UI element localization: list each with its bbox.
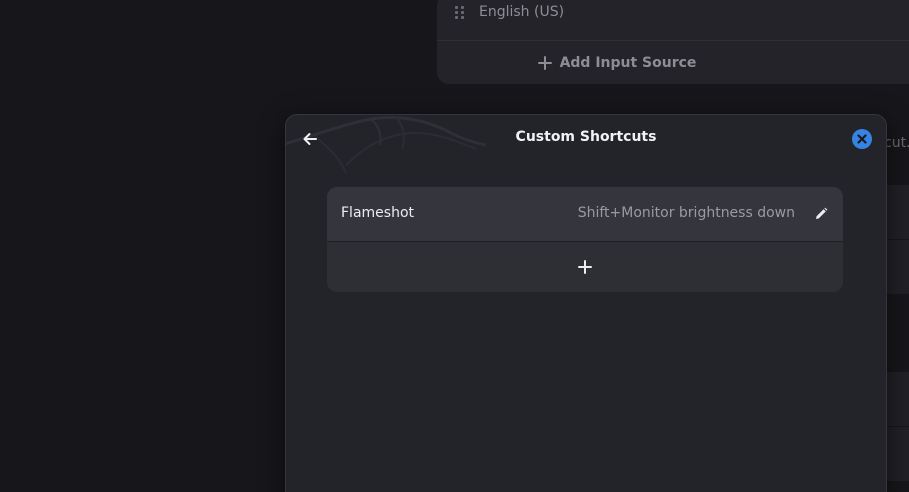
add-input-source-button[interactable]: Add Input Source: [437, 41, 909, 84]
pencil-icon: [816, 207, 828, 219]
input-source-label: English (US): [479, 4, 565, 20]
shortcuts-list: Flameshot Shift+Monitor brightness down: [327, 187, 843, 292]
dialog-header: Custom Shortcuts: [286, 115, 886, 163]
plus-icon: [578, 260, 592, 274]
background-row: [884, 372, 909, 426]
background-row: [884, 185, 909, 239]
shortcut-name: Flameshot: [341, 205, 414, 221]
custom-shortcuts-dialog: Custom Shortcuts Flameshot Shift+Monitor…: [285, 114, 887, 492]
input-source-row[interactable]: English (US): [437, 0, 909, 41]
add-input-source-label: Add Input Source: [559, 54, 697, 71]
dialog-title: Custom Shortcuts: [515, 129, 657, 145]
background-text-fragment: cut.: [884, 135, 909, 151]
drag-handle-icon[interactable]: [455, 6, 465, 22]
add-shortcut-button[interactable]: [327, 242, 843, 292]
screen: English (US) Add Input Source cut. Custo…: [0, 0, 909, 492]
background-row: [884, 240, 909, 294]
edit-shortcut-button[interactable]: [811, 204, 831, 224]
close-button[interactable]: [852, 129, 872, 149]
shortcut-accelerator: Shift+Monitor brightness down: [577, 205, 795, 221]
plus-icon: [537, 55, 552, 70]
close-icon: [857, 134, 867, 144]
input-sources-list: English (US) Add Input Source: [437, 0, 909, 84]
background-row: [884, 427, 909, 481]
shortcut-row-flameshot[interactable]: Flameshot Shift+Monitor brightness down: [327, 187, 843, 242]
